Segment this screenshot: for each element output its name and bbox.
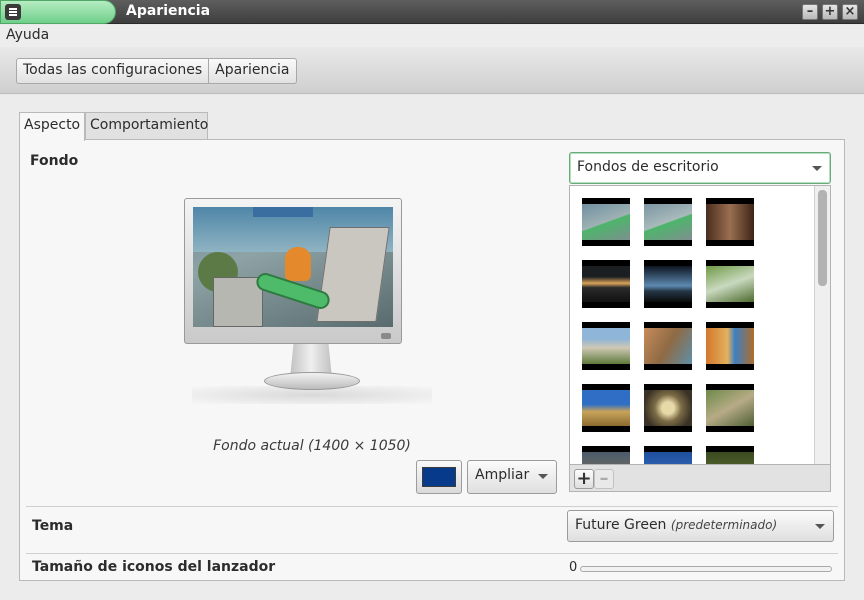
chevron-down-icon (812, 166, 822, 171)
tab-comportamiento[interactable]: Comportamiento (85, 112, 208, 140)
wallpaper-thumb[interactable] (644, 260, 692, 308)
tab-panel: Fondo Fondo actual (1400 × 1050) Ampliar (19, 139, 845, 581)
launcher-icon-size-label: Tamaño de iconos del lanzador (32, 559, 276, 575)
wallpaper-preview (193, 207, 393, 327)
theme-label: Tema (32, 518, 74, 534)
background-section-label: Fondo (30, 153, 79, 169)
wallpaper-thumb[interactable] (706, 198, 754, 246)
wallpaper-source-dropdown[interactable]: Fondos de escritorio (569, 152, 831, 184)
gallery-toolbar: + – (569, 464, 831, 492)
wallpaper-thumb[interactable] (582, 260, 630, 308)
content-area: Aspecto Comportamiento Fondo Fondo actua… (0, 95, 864, 600)
remove-wallpaper-button[interactable]: – (594, 469, 614, 489)
background-color-button[interactable] (416, 460, 462, 494)
window-title: Apariencia (126, 3, 211, 19)
chevron-down-icon (538, 474, 548, 479)
breadcrumb: Todas las configuraciones Apariencia (16, 58, 297, 84)
divider (26, 506, 838, 507)
theme-default-note: (predeterminado) (670, 518, 778, 532)
theme-dropdown[interactable]: Future Green (predeterminado) (567, 510, 834, 542)
wallpaper-gallery (569, 185, 831, 465)
scrollbar-thumb[interactable] (818, 190, 827, 286)
wallpaper-thumb[interactable] (582, 198, 630, 246)
launcher-icon-size-value: 0 (569, 560, 578, 575)
wallpaper-thumb[interactable] (706, 384, 754, 432)
tab-aspecto[interactable]: Aspecto (19, 112, 85, 141)
color-swatch (422, 467, 456, 487)
wallpaper-thumb[interactable] (644, 198, 692, 246)
gallery-scrollbar[interactable] (814, 186, 830, 464)
launcher-icon-size-slider[interactable] (580, 566, 832, 572)
current-background-caption: Fondo actual (1400 × 1050) (213, 438, 411, 454)
menu-bar: Ayuda (0, 25, 864, 47)
menu-help[interactable]: Ayuda (6, 27, 49, 43)
scaling-mode-dropdown[interactable]: Ampliar (467, 460, 557, 494)
maximize-button[interactable]: + (822, 4, 838, 20)
monitor-preview (184, 198, 402, 344)
window-menu-tab[interactable] (0, 0, 116, 24)
wallpaper-thumb[interactable] (582, 322, 630, 370)
divider (26, 553, 838, 554)
monitor-base (264, 372, 360, 390)
wallpaper-thumb[interactable] (644, 384, 692, 432)
wallpaper-thumb[interactable] (582, 384, 630, 432)
wallpaper-thumb[interactable] (582, 446, 630, 464)
breadcrumb-all-settings[interactable]: Todas las configuraciones (17, 59, 208, 83)
menu-icon[interactable] (5, 4, 21, 20)
wallpaper-thumb[interactable] (644, 446, 692, 464)
wallpaper-thumb[interactable] (706, 446, 754, 464)
minimize-button[interactable]: – (802, 4, 818, 20)
wallpaper-thumb[interactable] (644, 322, 692, 370)
scaling-mode-value: Ampliar (475, 467, 530, 483)
add-wallpaper-button[interactable]: + (574, 469, 594, 489)
wallpaper-thumb[interactable] (706, 322, 754, 370)
wallpaper-thumb[interactable] (706, 260, 754, 308)
toolbar: Todas las configuraciones Apariencia (0, 47, 864, 94)
wallpaper-source-value: Fondos de escritorio (577, 159, 719, 175)
theme-value: Future Green (575, 517, 667, 533)
close-button[interactable]: × (842, 4, 858, 20)
monitor-led (381, 333, 391, 339)
breadcrumb-appearance[interactable]: Apariencia (208, 59, 295, 83)
chevron-down-icon (815, 524, 825, 529)
title-bar: Apariencia – + × (0, 0, 864, 24)
